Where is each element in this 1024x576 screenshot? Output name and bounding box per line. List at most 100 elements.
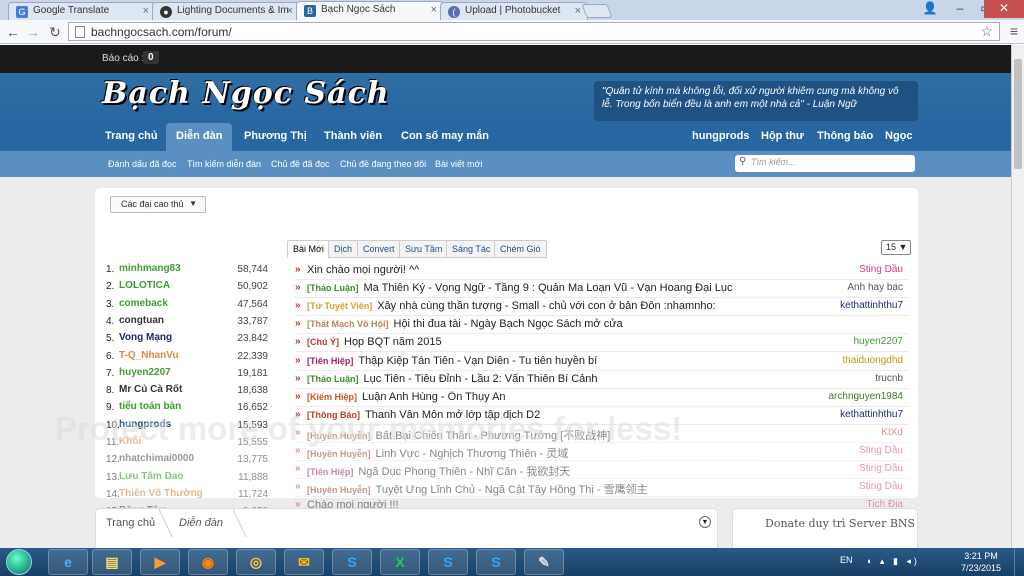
nav-market[interactable]: Phương Thị [244, 130, 307, 142]
thread-title-link[interactable]: Xây nhà cùng thần tượng - Small - chủ vớ… [377, 300, 715, 312]
browser-tab-photobucket[interactable]: (Upload | Photobucket × [440, 2, 588, 20]
thread-title-link[interactable]: Ngã Dục Phong Thiên - Nhĩ Căn - 我欲封天 [358, 466, 570, 478]
leaderboard-username[interactable]: Lưu Tâm Dao [119, 471, 183, 482]
reload-icon[interactable]: ↻ [46, 23, 64, 41]
close-icon[interactable]: × [143, 5, 149, 17]
nav-inbox[interactable]: Hộp thư [761, 130, 804, 142]
reports-count-badge[interactable]: 0 [143, 51, 159, 64]
thread-title-link[interactable]: Linh Vực - Nghịch Thương Thiên - 灵域 [376, 448, 569, 460]
thread-title-link[interactable]: Tuyệt Ưng Lĩnh Chủ - Ngã Cật Tây Hồng Th… [376, 484, 648, 496]
browser-tab-bach-ngoc-sach[interactable]: B Bạch Ngọc Sách × [296, 1, 444, 20]
thread-title-link[interactable]: Xin chào mọi người! ^^ [307, 264, 419, 276]
thread-title-link[interactable]: Hội thi đua tài - Ngày Bạch Ngọc Sách mở… [394, 318, 623, 330]
nav-forum[interactable]: Diễn đàn [166, 123, 233, 151]
skype-icon[interactable]: S [476, 549, 516, 575]
thread-last-poster[interactable]: huyen2207 [854, 336, 904, 347]
breadcrumb-forum[interactable]: Diễn đàn [179, 517, 223, 529]
outlook-icon[interactable]: ✉ [284, 549, 324, 575]
leaderboard-username[interactable]: Thiên Võ Thường [119, 488, 203, 499]
close-icon[interactable]: × [431, 4, 437, 16]
tab-translate[interactable]: Dịch [328, 240, 359, 258]
browser-menu-icon[interactable]: ≡ [1010, 23, 1018, 39]
thread-last-poster[interactable]: thaiduongdhd [842, 355, 903, 366]
thread-last-poster[interactable]: kethattinhthu7 [840, 409, 903, 420]
taskbar-clock[interactable]: 3:21 PM 7/23/2015 [958, 550, 1004, 574]
subnav-read-threads[interactable]: Chủ đề đã đọc [271, 159, 330, 169]
site-logo[interactable]: Bạch Ngọc Sách [102, 76, 390, 111]
skype-icon[interactable]: S [428, 549, 468, 575]
browser-tab-lighting-docs[interactable]: ● Lighting Documents & Im × [152, 2, 300, 20]
leaderboard-username[interactable]: Mr Củ Cà Rốt [119, 384, 182, 395]
nav-user-account[interactable]: hungprods [692, 130, 749, 142]
subnav-new-posts[interactable]: Bài viết mới [435, 159, 482, 169]
thread-last-poster[interactable]: archnguyen1984 [828, 391, 903, 402]
bookmark-star-icon[interactable]: ☆ [980, 23, 993, 40]
thread-last-poster[interactable]: KtXd [881, 427, 903, 438]
chrome-icon[interactable]: ◎ [236, 549, 276, 575]
thread-count-select[interactable]: 15 ▼ [881, 240, 911, 255]
leaderboard-username[interactable]: minhmang83 [119, 263, 181, 274]
leaderboard-username[interactable]: T-Q_NhanVu [119, 350, 179, 361]
leaderboard-username[interactable]: Vong Mạng [119, 332, 172, 343]
subnav-watched-threads[interactable]: Chủ đề đang theo dõi [340, 159, 426, 169]
thread-title-link[interactable]: Luận Anh Hùng - Ôn Thụy An [362, 391, 506, 403]
internet-explorer-icon[interactable]: e [48, 549, 88, 575]
leaderboard-username[interactable]: congtuan [119, 315, 164, 326]
leaderboard-score: 11,888 [238, 471, 268, 483]
minimize-button[interactable]: – [947, 0, 973, 18]
thread-last-poster[interactable]: Sting Dầu [859, 481, 903, 492]
subnav-mark-read[interactable]: Đánh dấu đã đọc [108, 159, 177, 169]
file-explorer-icon[interactable]: ▤ [92, 549, 132, 575]
leaderboard-select[interactable]: Các đại cao thủ ▼ [110, 196, 206, 213]
close-window-button[interactable]: ✕ [984, 0, 1024, 18]
thread-last-poster[interactable]: kethattinhthu7 [840, 300, 903, 311]
nav-lucky-number[interactable]: Con số may mắn [401, 130, 489, 142]
page-scrollbar[interactable] [1011, 45, 1024, 548]
nav-members[interactable]: Thành viên [324, 130, 382, 142]
nav-notifications[interactable]: Thông báo [817, 130, 873, 142]
close-icon[interactable]: × [287, 5, 293, 17]
tab-compose[interactable]: Sáng Tác [446, 240, 497, 258]
leaderboard-username[interactable]: LOLOTICA [119, 280, 170, 291]
skype-icon[interactable]: S [332, 549, 372, 575]
thread-title-link[interactable]: Thập Kiệp Tán Tiên - Vạn Diễn - Tu tiên … [358, 355, 597, 367]
thread-last-poster[interactable]: Sting Dầu [859, 445, 903, 456]
leaderboard-username[interactable]: comeback [119, 298, 168, 309]
browser-tab-google-translate[interactable]: G Google Translate × [8, 2, 156, 20]
system-tray-icons[interactable]: ◖ ▴ ▮ ◂) [866, 556, 920, 567]
thread-title-link[interactable]: Lục Tiên - Tiêu Đỉnh - Lầu 2: Vấn Thiên … [364, 373, 598, 385]
thread-last-poster[interactable]: Anh hay bạc [847, 282, 903, 293]
subnav-search-forum[interactable]: Tìm kiếm diễn đàn [187, 159, 261, 169]
language-indicator[interactable]: EN [840, 555, 853, 565]
excel-icon[interactable]: X [380, 549, 420, 575]
tab-collect[interactable]: Sưu Tầm [399, 240, 449, 258]
breadcrumb-jump-icon[interactable]: ▼ [699, 516, 711, 528]
leaderboard-username[interactable]: nhatchimai0000 [119, 453, 194, 464]
thread-title-link[interactable]: Họp BQT năm 2015 [344, 336, 442, 348]
back-arrow-icon[interactable]: ← [4, 23, 22, 41]
media-player-icon[interactable]: ▶ [140, 549, 180, 575]
thread-last-poster[interactable]: Sting Dầu [859, 463, 903, 474]
nav-ngoc[interactable]: Ngọc [885, 130, 913, 142]
nav-home[interactable]: Trang chủ [105, 130, 158, 142]
paint-icon[interactable]: ✎ [524, 549, 564, 575]
tab-new-posts[interactable]: Bài Mới [287, 240, 330, 258]
breadcrumb-home[interactable]: Trang chủ [106, 517, 155, 529]
thread-last-poster[interactable]: trucnb [875, 373, 903, 384]
start-button[interactable] [6, 549, 32, 575]
scrollbar-thumb[interactable] [1014, 59, 1022, 169]
thread-title-link[interactable]: Ma Thiên Ký - Vọng Ngữ - Tầng 9 : Quản M… [364, 282, 733, 294]
thread-last-poster[interactable]: Sting Dầu [859, 264, 903, 275]
search-input[interactable]: ⚲ Tìm kiếm... [735, 155, 915, 172]
tab-convert[interactable]: Convert [357, 240, 401, 258]
firefox-icon[interactable]: ◉ [188, 549, 228, 575]
thread-prefix: [Thảo Luận] [307, 373, 359, 384]
close-icon[interactable]: × [575, 5, 581, 17]
show-desktop-button[interactable] [1014, 548, 1024, 576]
new-tab-button[interactable] [581, 4, 613, 18]
url-bar[interactable]: bachngocsach.com/forum/ ☆ [68, 22, 1000, 41]
tab-chat[interactable]: Chém Gió [494, 240, 547, 258]
forward-arrow-icon[interactable]: → [24, 23, 42, 41]
leaderboard-username[interactable]: huyen2207 [119, 367, 171, 378]
user-profile-icon[interactable]: 👤 [917, 0, 943, 18]
